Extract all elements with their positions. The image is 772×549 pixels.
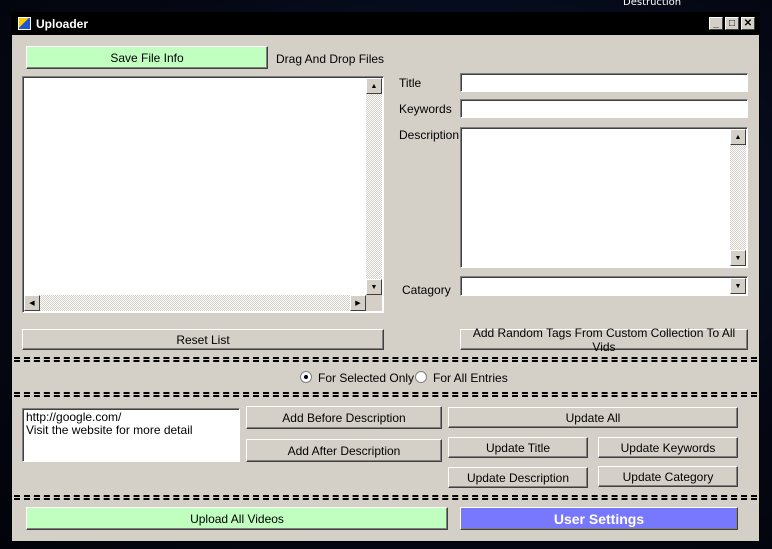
reset-list-button[interactable]: Reset List xyxy=(22,329,384,350)
scroll-up-icon[interactable]: ▲ xyxy=(730,129,746,145)
add-before-description-button[interactable]: Add Before Description xyxy=(246,406,442,429)
save-file-info-button[interactable]: Save File Info xyxy=(26,46,268,69)
user-settings-button[interactable]: User Settings xyxy=(460,507,738,530)
append-text-value: http://google.com/ Visit the website for… xyxy=(26,410,193,437)
update-title-button[interactable]: Update Title xyxy=(448,437,588,458)
scroll-down-icon[interactable]: ▼ xyxy=(730,250,746,266)
file-list-vertical-scrollbar[interactable]: ▲ ▼ xyxy=(366,78,382,295)
update-keywords-button[interactable]: Update Keywords xyxy=(598,437,738,458)
category-label: Catagory xyxy=(402,283,451,297)
for-selected-only-radio[interactable] xyxy=(300,371,312,383)
app-icon xyxy=(18,17,31,30)
separator xyxy=(14,357,757,362)
keywords-label: Keywords xyxy=(399,102,452,116)
for-all-entries-radio[interactable] xyxy=(415,371,427,383)
description-label: Description xyxy=(399,128,460,142)
maximize-button[interactable]: □ xyxy=(725,17,739,30)
title-label: Title xyxy=(399,76,422,90)
update-category-button[interactable]: Update Category xyxy=(598,466,738,487)
window-title: Uploader xyxy=(36,17,89,31)
add-random-tags-button[interactable]: Add Random Tags From Custom Collection T… xyxy=(460,326,748,354)
keywords-input[interactable] xyxy=(460,99,748,118)
file-list[interactable]: ▲ ▼ ◀ ▶ xyxy=(22,76,384,313)
separator xyxy=(14,392,757,397)
scroll-left-icon[interactable]: ◀ xyxy=(24,295,40,311)
add-after-description-button[interactable]: Add After Description xyxy=(246,439,442,462)
title-bar[interactable]: Uploader _ □ ✕ xyxy=(12,13,759,35)
for-all-entries-label: For All Entries xyxy=(433,371,508,385)
drag-drop-label: Drag And Drop Files xyxy=(276,52,385,66)
description-scrollbar[interactable]: ▲ ▼ xyxy=(730,129,746,266)
background-text: Destruction xyxy=(623,0,682,8)
update-all-button[interactable]: Update All xyxy=(448,407,738,428)
file-list-horizontal-scrollbar[interactable]: ◀ ▶ xyxy=(24,295,366,311)
close-button[interactable]: ✕ xyxy=(741,17,755,30)
scroll-down-icon[interactable]: ▼ xyxy=(366,279,382,295)
separator xyxy=(14,495,757,500)
scroll-right-icon[interactable]: ▶ xyxy=(350,295,366,311)
uploader-window: Uploader _ □ ✕ Save File Info Drag And D… xyxy=(11,12,760,542)
append-text-field[interactable]: http://google.com/ Visit the website for… xyxy=(22,408,240,462)
chevron-down-icon[interactable]: ▼ xyxy=(730,278,746,294)
scroll-up-icon[interactable]: ▲ xyxy=(366,78,382,94)
title-input[interactable] xyxy=(460,73,748,92)
update-description-button[interactable]: Update Description xyxy=(448,467,588,488)
minimize-button[interactable]: _ xyxy=(709,17,723,30)
upload-all-videos-button[interactable]: Upload All Videos xyxy=(26,507,448,530)
description-textarea[interactable]: ▲ ▼ xyxy=(460,127,748,268)
category-select[interactable]: ▼ xyxy=(460,276,748,296)
scroll-corner xyxy=(366,295,382,311)
for-selected-only-label: For Selected Only xyxy=(318,371,415,385)
